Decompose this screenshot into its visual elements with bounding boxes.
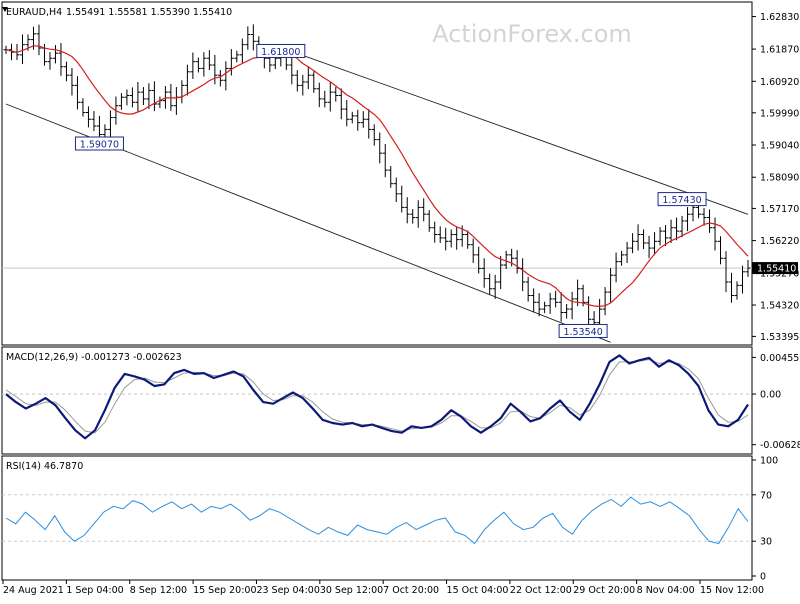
price-y-tick-label: 1.59040 — [760, 141, 799, 152]
header-symbol: EURAUD,H4 — [6, 7, 62, 18]
price-y-tick-label: 1.59990 — [760, 108, 799, 119]
x-tick-label: 22 Oct 12:00 — [510, 585, 572, 596]
price-y-tick-label: 1.53395 — [760, 332, 799, 343]
x-tick-label: 7 Oct 20:00 — [383, 585, 439, 596]
current-price-label: 1.55410 — [757, 264, 796, 275]
macd-y-tick-label: 0.004559 — [760, 353, 800, 364]
price-y-tick-label: 1.57170 — [760, 204, 799, 215]
price-y-tick-label: 1.62830 — [760, 12, 799, 23]
rsi-y-tick-label: 70 — [760, 490, 772, 501]
rsi-y-tick-label: 0 — [760, 572, 766, 583]
x-tick-label: 8 Nov 04:00 — [637, 585, 695, 596]
price-y-tick-label: 1.56220 — [760, 236, 799, 247]
x-tick-label: 30 Sep 12:00 — [320, 585, 383, 596]
price-y-tick-label: 1.60920 — [760, 77, 799, 88]
price-annotation-label: 1.53540 — [563, 327, 602, 338]
rsi-y-tick-label: 30 — [760, 537, 772, 548]
x-tick-label: 15 Sep 20:00 — [193, 585, 256, 596]
macd-y-tick-label: 0.00 — [760, 390, 781, 401]
price-annotation-label: 1.61800 — [261, 47, 300, 58]
x-tick-label: 8 Sep 12:00 — [130, 585, 187, 596]
x-tick-label: 15 Oct 04:00 — [447, 585, 509, 596]
price-y-tick-label: 1.61870 — [760, 45, 799, 56]
watermark: ActionForex.com — [432, 20, 632, 48]
x-tick-label: 23 Sep 04:00 — [256, 585, 319, 596]
macd-label: MACD(12,26,9) -0.001273 -0.002623 — [6, 352, 182, 363]
price-annotation-label: 1.57430 — [662, 195, 701, 206]
x-tick-label: 15 Nov 12:00 — [700, 585, 764, 596]
rsi-y-tick-label: 100 — [760, 456, 778, 467]
macd-y-tick-label: -0.006289 — [760, 440, 800, 451]
x-tick-label: 29 Oct 20:00 — [573, 585, 635, 596]
header-ohlc: 1.55491 1.55581 1.55390 1.55410 — [66, 7, 232, 18]
rsi-label: RSI(14) 46.7870 — [6, 461, 83, 472]
x-tick-label: 1 Sep 04:00 — [66, 585, 123, 596]
price-annotation-label: 1.59070 — [80, 140, 119, 151]
x-tick-label: 24 Aug 2021 — [3, 585, 64, 596]
price-y-tick-label: 1.54320 — [760, 301, 799, 312]
chart-root: ActionForex.com 1.61800 1.59070 1.57430 1.5… — [0, 0, 800, 600]
price-y-tick-label: 1.58090 — [760, 173, 799, 184]
